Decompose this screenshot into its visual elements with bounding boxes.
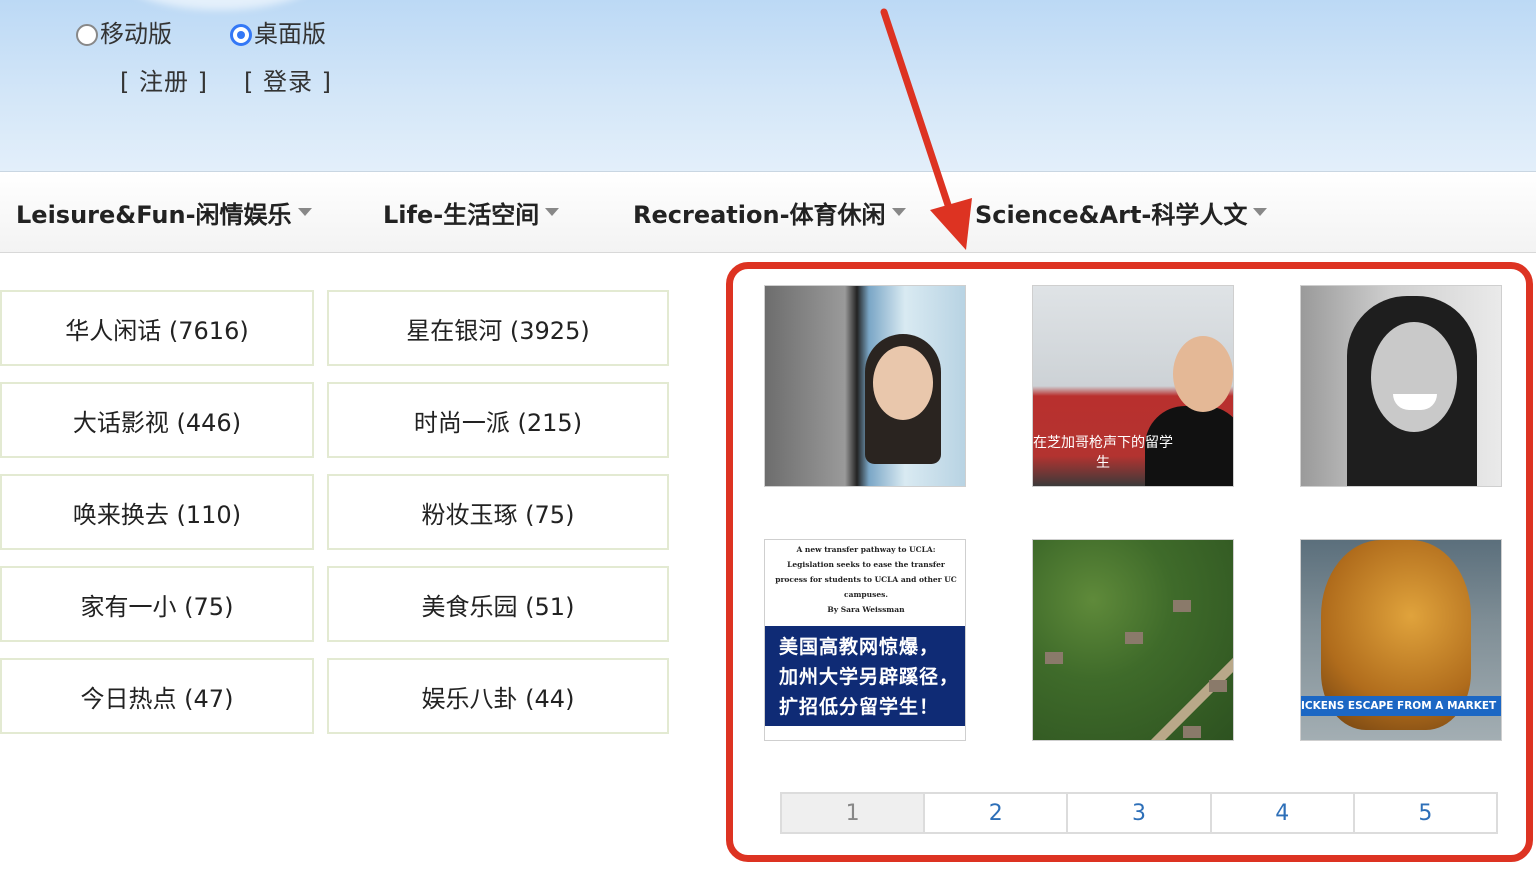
forum-label: 今日热点 (47) <box>80 684 234 713</box>
forum-button-yule-bagua[interactable]: 娱乐八卦 (44) <box>327 658 669 734</box>
forum-label: 粉妆玉琢 (75) <box>421 500 575 529</box>
version-label-desktop: 桌面版 <box>254 19 326 48</box>
forum-label: 大话影视 (446) <box>72 408 242 437</box>
forum-button-jinri-redian[interactable]: 今日热点 (47) <box>0 658 314 734</box>
photo-thumb-portrait[interactable] <box>764 285 966 487</box>
version-label-mobile: 移动版 <box>100 19 172 48</box>
main-nav: Leisure&Fun-闲情娱乐 Life-生活空间 Recreation-体育… <box>0 172 1536 253</box>
forum-button-meishi-leyuan[interactable]: 美食乐园 (51) <box>327 566 669 642</box>
nav-item-label: Life-生活空间 <box>383 200 540 229</box>
forum-button-dahua-yingshi[interactable]: 大话影视 (446) <box>0 382 314 458</box>
forum-button-xingzai-yinhe[interactable]: 星在银河 (3925) <box>327 290 669 366</box>
article-text: A new transfer pathway to UCLA: Legislat… <box>773 542 959 617</box>
radio-checked-icon[interactable] <box>230 24 252 46</box>
caret-down-icon <box>891 208 906 216</box>
nav-item-label: Leisure&Fun-闲情娱乐 <box>16 200 292 229</box>
forum-button-huanlai-huanqu[interactable]: 唤来换去 (110) <box>0 474 314 550</box>
forum-button-fenzhuang-yuzhuo[interactable]: 粉妆玉琢 (75) <box>327 474 669 550</box>
forum-label: 星在银河 (3925) <box>406 316 590 345</box>
article-byline: By Sara Weissman <box>827 605 905 614</box>
nav-item-science-art[interactable]: Science&Art-科学人文 <box>975 196 1268 229</box>
photo-caption: 在芝加哥枪声下的留学生 <box>1033 435 1173 471</box>
photo-roof <box>1125 632 1143 644</box>
forum-label: 娱乐八卦 (44) <box>421 684 575 713</box>
nav-item-recreation[interactable]: Recreation-体育休闲 <box>633 196 906 229</box>
photo-roof <box>1183 726 1201 738</box>
article-body: A new transfer pathway to UCLA: Legislat… <box>775 545 957 599</box>
headline-text: 美国高教网惊爆， 加州大学另辟蹊径， 扩招低分留学生！ <box>779 632 965 722</box>
page-button-3[interactable]: 3 <box>1068 794 1212 832</box>
nav-item-label: Science&Art-科学人文 <box>975 200 1248 229</box>
page-button-4[interactable]: 4 <box>1211 794 1355 832</box>
photo-thumb-aerial-forest[interactable] <box>1032 539 1234 741</box>
forum-label: 家有一小 (75) <box>80 592 234 621</box>
forum-label: 时尚一派 (215) <box>413 408 583 437</box>
photo-roof <box>1045 652 1063 664</box>
register-link[interactable]: [ 注册 ] <box>120 62 208 97</box>
forum-label: 华人闲话 (7616) <box>65 316 249 345</box>
caret-down-icon <box>545 208 560 216</box>
photo-thumb-article[interactable]: A new transfer pathway to UCLA: Legislat… <box>764 539 966 741</box>
photo-thumb-student[interactable]: 在芝加哥枪声下的留学生 <box>1032 285 1234 487</box>
caret-down-icon <box>1253 208 1268 216</box>
caret-down-icon <box>297 208 312 216</box>
forum-label: 唤来换去 (110) <box>72 500 242 529</box>
nav-item-label: Recreation-体育休闲 <box>633 200 886 229</box>
nav-item-leisure-fun[interactable]: Leisure&Fun-闲情娱乐 <box>16 196 312 229</box>
page-button-1[interactable]: 1 <box>782 794 926 832</box>
photo-thumb-smiling-woman[interactable] <box>1300 285 1502 487</box>
photo-face <box>873 346 933 420</box>
login-link[interactable]: [ 登录 ] <box>244 62 332 97</box>
photo-face <box>1173 336 1233 412</box>
forum-button-jiayou-yixiao[interactable]: 家有一小 (75) <box>0 566 314 642</box>
pagination: 1 2 3 4 5 <box>780 792 1498 834</box>
forum-button-shishang-yipai[interactable]: 时尚一派 (215) <box>327 382 669 458</box>
page-button-5[interactable]: 5 <box>1354 794 1497 832</box>
page-button-2[interactable]: 2 <box>925 794 1069 832</box>
forum-button-huaren-xianhua[interactable]: 华人闲话 (7616) <box>0 290 314 366</box>
version-option-desktop[interactable]: 桌面版 <box>230 16 326 48</box>
photo-banner: ICKENS ESCAPE FROM A MARKET <box>1301 696 1501 716</box>
version-option-mobile[interactable]: 移动版 <box>76 16 172 48</box>
forum-label: 美食乐园 (51) <box>421 592 575 621</box>
header-glow <box>120 0 320 10</box>
headline-line: 加州大学另辟蹊径， <box>779 666 960 688</box>
photo-thumb-chicken[interactable]: ICKENS ESCAPE FROM A MARKET <box>1300 539 1502 741</box>
headline-line: 扩招低分留学生！ <box>779 696 940 718</box>
radio-unchecked-icon[interactable] <box>76 24 98 46</box>
site-header: 移动版 桌面版 [ 注册 ] [ 登录 ] <box>0 0 1536 172</box>
photo-roof <box>1209 680 1227 692</box>
photo-roof <box>1173 600 1191 612</box>
photo-face <box>1371 322 1457 432</box>
headline-line: 美国高教网惊爆， <box>779 636 940 658</box>
nav-item-life[interactable]: Life-生活空间 <box>383 196 560 229</box>
